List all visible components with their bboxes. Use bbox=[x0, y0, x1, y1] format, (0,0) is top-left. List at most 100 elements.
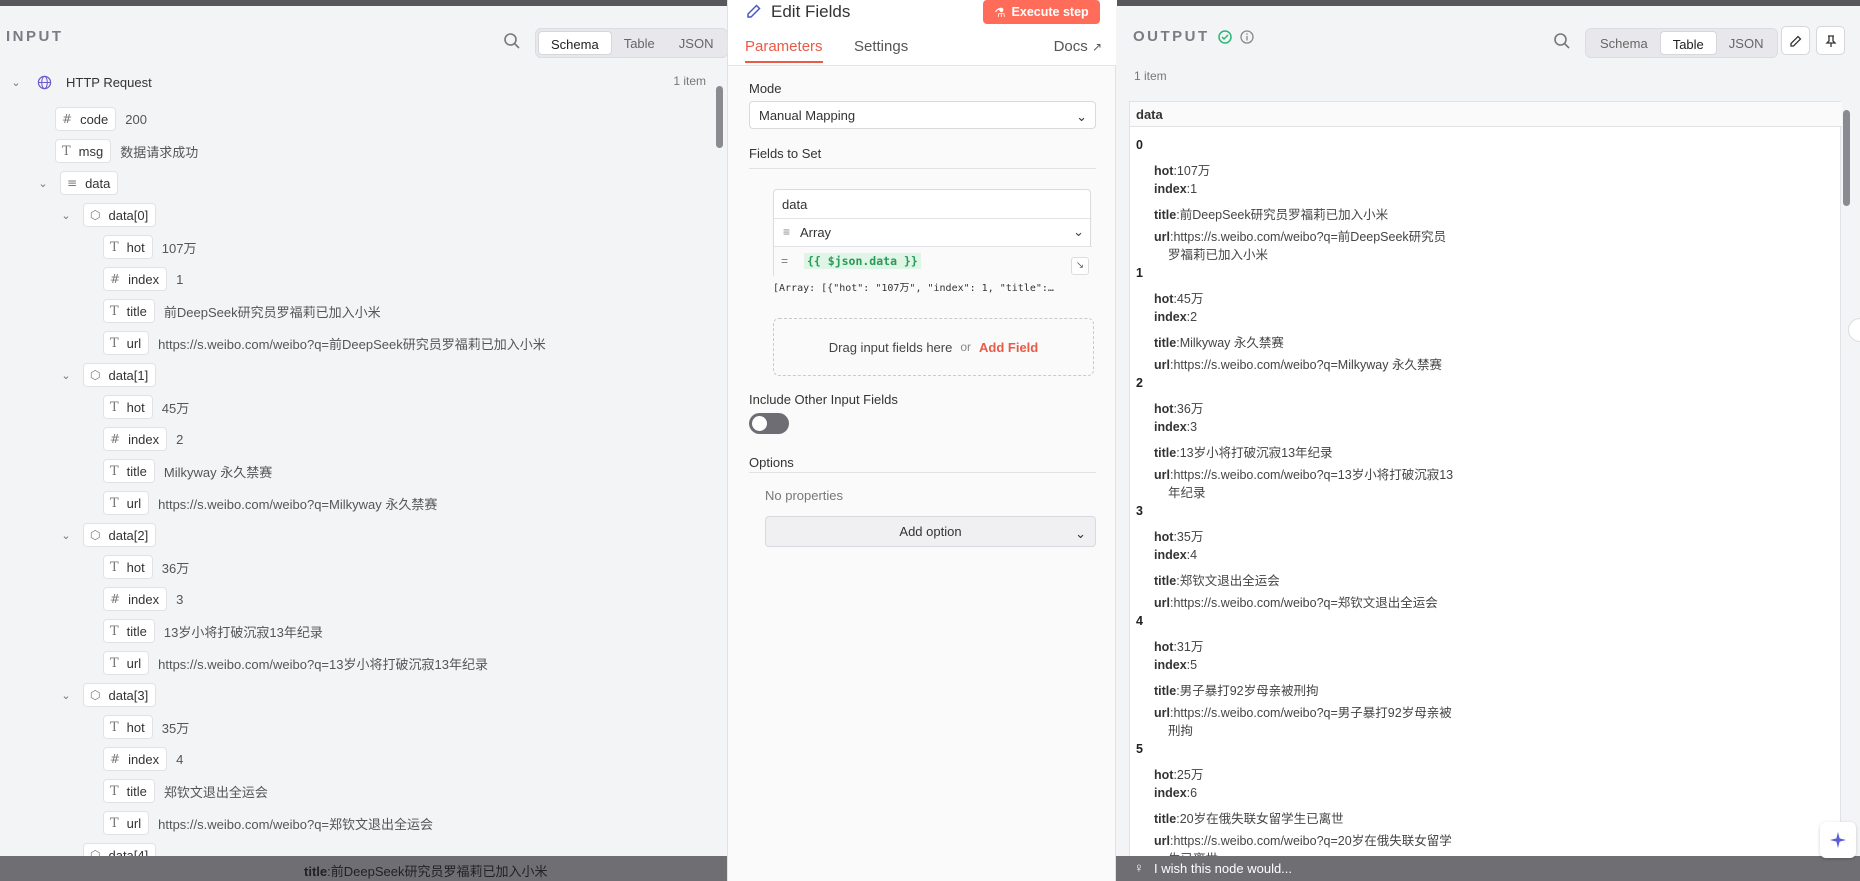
input-view-table[interactable]: Table bbox=[612, 31, 667, 55]
drag-drop-zone[interactable]: Drag input fields here or Add Field bbox=[773, 318, 1094, 376]
number-type-icon: # bbox=[110, 432, 121, 446]
options-label: Options bbox=[749, 455, 794, 470]
row-key: index bbox=[1154, 310, 1187, 324]
field-pill[interactable]: ⬡ data[2] bbox=[83, 523, 157, 547]
field-pill[interactable]: # index bbox=[103, 587, 168, 611]
tree-field-hot[interactable]: Thot 35万 bbox=[103, 714, 189, 740]
add-field-link[interactable]: Add Field bbox=[979, 340, 1038, 355]
tree-field-hot[interactable]: Thot 36万 bbox=[103, 554, 189, 580]
field-pill[interactable]: ≡ data bbox=[60, 171, 119, 195]
execute-step-button[interactable]: ⚗ Execute step bbox=[983, 0, 1100, 24]
tree-item-data-1[interactable]: ⌄ ⬡ data[1] bbox=[59, 362, 165, 388]
output-view-table[interactable]: Table bbox=[1659, 31, 1717, 55]
field-pill[interactable]: Turl bbox=[103, 811, 150, 835]
tree-field-data[interactable]: ⌄ ≡ data bbox=[36, 170, 127, 196]
url-continuation: 罗福莉已加入小米 bbox=[1168, 248, 1269, 262]
table-row-index: index:2 bbox=[1154, 310, 1197, 324]
number-type-icon: # bbox=[110, 752, 121, 766]
include-other-fields-toggle[interactable] bbox=[749, 413, 789, 434]
field-pill[interactable]: ⬡ data[3] bbox=[83, 683, 157, 707]
field-pill[interactable]: Ttitle bbox=[103, 779, 155, 803]
tab-settings[interactable]: Settings bbox=[854, 38, 908, 55]
row-key: url bbox=[1154, 596, 1170, 610]
row-value: Milkyway 永久禁赛 bbox=[1179, 336, 1284, 350]
expand-icon[interactable]: ↘ bbox=[1071, 257, 1089, 275]
chevron-down-icon[interactable]: ⌄ bbox=[59, 369, 73, 382]
field-name-input[interactable]: data bbox=[782, 197, 807, 212]
search-icon[interactable] bbox=[1553, 32, 1571, 50]
tree-item-data-4[interactable]: ⌄ ⬡ data[4] bbox=[59, 842, 165, 856]
feedback-bar[interactable]: ♀ I wish this node would... bbox=[1116, 856, 1860, 881]
add-option-button[interactable]: Add option ⌄ bbox=[765, 516, 1096, 547]
output-view-schema[interactable]: Schema bbox=[1588, 31, 1660, 55]
field-pill[interactable]: Thot bbox=[103, 395, 153, 419]
tree-field-index[interactable]: # index 4 bbox=[103, 746, 183, 772]
search-icon[interactable] bbox=[503, 32, 521, 50]
tree-field-url[interactable]: Turl https://s.weibo.com/weibo?q=13岁小将打破沉… bbox=[103, 650, 488, 676]
field-pill[interactable]: Ttitle bbox=[103, 299, 155, 323]
chevron-down-icon[interactable]: ⌄ bbox=[59, 689, 73, 702]
tree-item-data-2[interactable]: ⌄ ⬡ data[2] bbox=[59, 522, 165, 548]
chevron-down-icon[interactable]: ⌄ bbox=[59, 849, 73, 857]
field-pill[interactable]: ⬡ data[1] bbox=[83, 363, 157, 387]
tree-field-index[interactable]: # index 1 bbox=[103, 266, 183, 292]
tree-field-url[interactable]: Turl https://s.weibo.com/weibo?q=Milkyway… bbox=[103, 490, 437, 516]
field-pill[interactable]: Turl bbox=[103, 331, 150, 355]
tree-field-hot[interactable]: Thot 107万 bbox=[103, 234, 196, 260]
tree-field-title[interactable]: Ttitle 郑钦文退出全运会 bbox=[103, 778, 268, 804]
docs-link[interactable]: Docs ↗ bbox=[1054, 38, 1102, 55]
tree-field-url[interactable]: Turl https://s.weibo.com/weibo?q=前DeepSee… bbox=[103, 330, 546, 356]
tree-field-msg[interactable]: Tmsg 数据请求成功 bbox=[55, 138, 198, 164]
field-pill[interactable]: Thot bbox=[103, 235, 153, 259]
edit-output-button[interactable] bbox=[1781, 26, 1810, 55]
output-scrollbar[interactable] bbox=[1843, 110, 1850, 206]
chevron-down-icon[interactable]: ⌄ bbox=[9, 76, 23, 89]
chevron-down-icon[interactable]: ⌄ bbox=[59, 209, 73, 222]
tree-field-title[interactable]: Ttitle 前DeepSeek研究员罗福莉已加入小米 bbox=[103, 298, 381, 324]
info-icon[interactable] bbox=[1240, 29, 1254, 44]
field-pill[interactable]: # index bbox=[103, 427, 168, 451]
mode-select[interactable]: Manual Mapping ⌄ bbox=[749, 101, 1096, 129]
field-pill[interactable]: Ttitle bbox=[103, 619, 155, 643]
row-value: 36万 bbox=[1176, 402, 1204, 416]
flask-icon: ⚗ bbox=[994, 5, 1006, 20]
row-value: 25万 bbox=[1176, 768, 1204, 782]
output-view-json[interactable]: JSON bbox=[1717, 31, 1776, 55]
field-pill[interactable]: # index bbox=[103, 267, 168, 291]
tree-field-url[interactable]: Turl https://s.weibo.com/weibo?q=郑钦文退出全运会 bbox=[103, 810, 433, 836]
number-type-icon: # bbox=[110, 592, 121, 606]
tree-field-hot[interactable]: Thot 45万 bbox=[103, 394, 189, 420]
ai-assistant-button[interactable] bbox=[1820, 822, 1856, 858]
table-row-url: url:https://s.weibo.com/weibo?q=前DeepSee… bbox=[1154, 226, 1446, 245]
tree-field-index[interactable]: # index 2 bbox=[103, 426, 183, 452]
fields-to-set-label: Fields to Set bbox=[749, 146, 822, 161]
tree-field-code[interactable]: # code 200 bbox=[55, 106, 147, 132]
field-pill[interactable]: Turl bbox=[103, 491, 150, 515]
field-pill[interactable]: Ttitle bbox=[103, 459, 155, 483]
chevron-down-icon[interactable]: ⌄ bbox=[36, 177, 50, 190]
field-pill[interactable]: ⬡ data[4] bbox=[83, 843, 157, 856]
tree-field-title[interactable]: Ttitle 13岁小将打破沉寂13年纪录 bbox=[103, 618, 323, 644]
field-pill[interactable]: # code bbox=[55, 107, 117, 131]
input-scrollbar[interactable] bbox=[716, 86, 723, 148]
tree-item-data-0[interactable]: ⌄ ⬡ data[0] bbox=[59, 202, 165, 228]
tab-parameters[interactable]: Parameters bbox=[745, 38, 823, 63]
tree-field-title[interactable]: Ttitle Milkyway 永久禁赛 bbox=[103, 458, 272, 484]
field-expression-input[interactable]: = {{ $json.data }} ↘ bbox=[774, 246, 1092, 278]
pin-output-button[interactable] bbox=[1816, 26, 1845, 55]
input-view-schema[interactable]: Schema bbox=[538, 31, 612, 55]
field-pill[interactable]: ⬡ data[0] bbox=[83, 203, 157, 227]
field-pill[interactable]: # index bbox=[103, 747, 168, 771]
field-type-select[interactable]: ≡ Array ⌄ bbox=[774, 218, 1092, 246]
input-view-json[interactable]: JSON bbox=[667, 31, 726, 55]
cube-icon: ⬡ bbox=[90, 688, 101, 702]
field-pill[interactable]: Tmsg bbox=[55, 139, 112, 163]
field-value: https://s.weibo.com/weibo?q=郑钦文退出全运会 bbox=[158, 816, 434, 832]
field-pill[interactable]: Turl bbox=[103, 651, 150, 675]
tree-field-index[interactable]: # index 3 bbox=[103, 586, 183, 612]
field-pill[interactable]: Thot bbox=[103, 715, 153, 739]
chevron-down-icon[interactable]: ⌄ bbox=[59, 529, 73, 542]
tree-item-data-3[interactable]: ⌄ ⬡ data[3] bbox=[59, 682, 165, 708]
tree-root-http-request[interactable]: ⌄ HTTP Request bbox=[9, 69, 151, 95]
field-pill[interactable]: Thot bbox=[103, 555, 153, 579]
